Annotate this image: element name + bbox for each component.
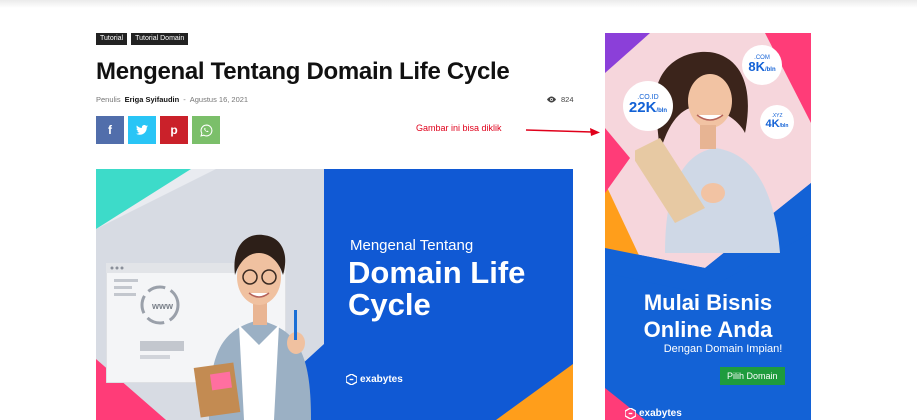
facebook-share-button[interactable]: f [96, 116, 124, 144]
meta-separator: - [183, 95, 186, 104]
article-meta: Penulis Eriga Syifaudin - Agustus 16, 20… [96, 95, 248, 104]
sidebar-ad-banner[interactable]: .COM 8K/bln .CO.ID 22K/bln .XYZ 4K/bln M… [605, 33, 811, 420]
badge-price: 22K [628, 99, 657, 116]
ad-brand-text: exabytes [639, 408, 682, 419]
badge-unit: /bln [764, 66, 776, 73]
badge-unit: /bln [779, 123, 789, 129]
ad-brand-logo: exabytes [625, 408, 682, 419]
hero-person [193, 234, 311, 420]
share-buttons: f p [96, 116, 220, 144]
top-shadow-bar [0, 0, 917, 8]
publish-date: Agustus 16, 2021 [189, 95, 249, 104]
author-prefix: Penulis [96, 95, 121, 104]
exabytes-logo-icon [625, 408, 636, 419]
hero-brand-logo: exabytes [346, 374, 403, 385]
ad-headline: Mulai Bisnis Online Anda [605, 289, 811, 343]
price-badge-xyz: .XYZ 4K/bln [760, 105, 794, 139]
price-badge-coid: .CO.ID 22K/bln [623, 81, 673, 131]
hero-title-line2: Domain Life Cycle [348, 255, 526, 322]
clickable-image-note: Gambar ini bisa diklik [416, 123, 502, 133]
pinterest-share-button[interactable]: p [160, 116, 188, 144]
exabytes-logo-icon [346, 374, 357, 385]
twitter-share-button[interactable] [128, 116, 156, 144]
ad-subline: Dengan Domain Impian! [663, 343, 783, 355]
pinterest-icon: p [170, 123, 178, 137]
arrow-right-icon [525, 128, 600, 136]
category-tags: Tutorial Tutorial Domain [96, 33, 189, 45]
badge-price: 4K [765, 118, 780, 130]
tag-tutorial[interactable]: Tutorial [96, 33, 128, 45]
view-count: 824 [546, 95, 574, 104]
pilih-domain-button[interactable]: Pilih Domain [720, 367, 785, 385]
ad-headline-line2: Online Anda [643, 317, 773, 342]
view-count-value: 824 [561, 95, 574, 104]
whatsapp-share-button[interactable] [192, 116, 220, 144]
author-link[interactable]: Eriga Syifaudin [125, 95, 180, 104]
hero-brand-text: exabytes [360, 374, 403, 385]
article-hero-image[interactable]: www Mengenal Tentang Domain Life Cycle e… [96, 169, 573, 420]
ad-headline-line1: Mulai Bisnis [643, 290, 773, 315]
article-title: Mengenal Tentang Domain Life Cycle [96, 58, 510, 85]
tag-tutorial-domain[interactable]: Tutorial Domain [131, 33, 189, 45]
twitter-icon [136, 125, 148, 135]
badge-unit: /bln [656, 108, 668, 114]
eye-icon [547, 96, 556, 103]
hero-title-line1: Mengenal Tentang [350, 237, 474, 254]
price-badge-com: .COM 8K/bln [742, 45, 782, 85]
browser-www-label: www [152, 301, 174, 311]
whatsapp-icon [199, 124, 212, 137]
badge-price: 8K [748, 58, 765, 74]
facebook-icon: f [108, 123, 112, 137]
